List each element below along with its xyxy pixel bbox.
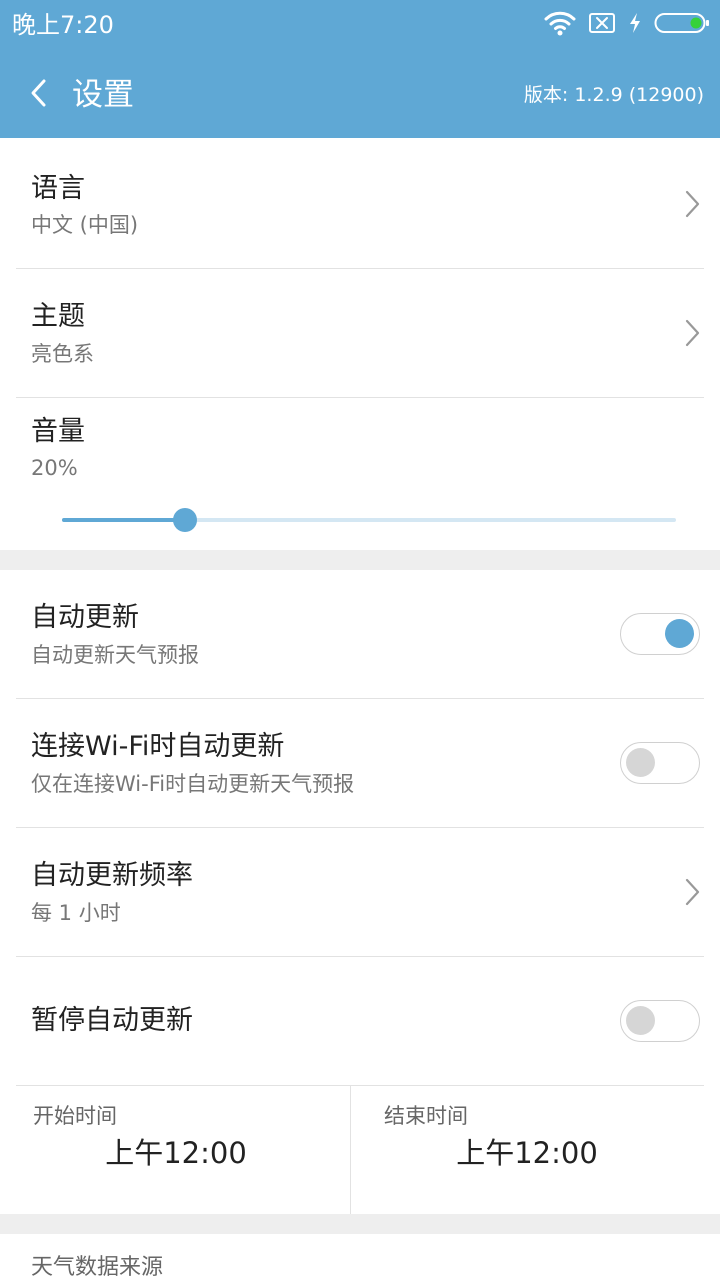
auto-update-subtitle: 自动更新天气预报 [31, 643, 199, 667]
auto-update-title: 自动更新 [31, 602, 139, 633]
pause-update-toggle[interactable] [620, 1000, 700, 1042]
back-button[interactable] [18, 73, 58, 117]
wifi-update-toggle[interactable] [620, 742, 700, 784]
wifi-update-setting[interactable]: 连接Wi-Fi时自动更新 仅在连接Wi-Fi时自动更新天气预报 [0, 699, 720, 827]
start-time-label: 开始时间 [33, 1104, 117, 1128]
chevron-left-icon [29, 78, 47, 112]
theme-value: 亮色系 [31, 342, 94, 366]
start-time-value: 上午12:00 [105, 1136, 247, 1170]
chevron-right-icon [682, 317, 702, 349]
weather-source-header: 天气数据来源 [31, 1255, 164, 1280]
theme-setting[interactable]: 主题 亮色系 [0, 269, 720, 397]
chevron-right-icon [682, 876, 702, 908]
version-label: 版本: 1.2.9 (12900) [523, 84, 704, 106]
section-gap [0, 1214, 720, 1234]
volume-value: 20% [31, 456, 78, 480]
page-title: 设置 [72, 77, 134, 113]
toggle-knob [626, 1006, 655, 1035]
language-value: 中文 (中国) [31, 213, 139, 237]
end-time-label: 结束时间 [384, 1104, 468, 1128]
no-sim-icon [588, 12, 616, 38]
pause-update-title: 暂停自动更新 [31, 1005, 193, 1036]
slider-fill [62, 518, 185, 522]
app-header: 晚上7:20 设置 版本: 1.2.9 (12900) [0, 0, 720, 138]
auto-update-setting[interactable]: 自动更新 自动更新天气预报 [0, 570, 720, 698]
pause-end-time[interactable]: 结束时间 上午12:00 [351, 1086, 703, 1214]
battery-icon [654, 12, 710, 38]
charging-icon [628, 12, 642, 38]
update-frequency-setting[interactable]: 自动更新频率 每 1 小时 [0, 828, 720, 956]
volume-title: 音量 [31, 416, 85, 447]
language-setting[interactable]: 语言 中文 (中国) [0, 138, 720, 268]
auto-update-toggle[interactable] [620, 613, 700, 655]
wifi-update-subtitle: 仅在连接Wi-Fi时自动更新天气预报 [31, 772, 355, 796]
status-bar: 晚上7:20 [0, 0, 720, 52]
language-title: 语言 [31, 173, 85, 204]
volume-slider[interactable] [62, 507, 676, 533]
wifi-icon [544, 10, 576, 40]
update-frequency-title: 自动更新频率 [31, 860, 193, 891]
theme-title: 主题 [31, 301, 85, 332]
toggle-knob [626, 748, 655, 777]
section-gap [0, 550, 720, 570]
toolbar: 设置 版本: 1.2.9 (12900) [0, 52, 720, 138]
pause-start-time[interactable]: 开始时间 上午12:00 [0, 1086, 352, 1214]
pause-update-setting[interactable]: 暂停自动更新 [0, 957, 720, 1085]
chevron-right-icon [682, 188, 702, 220]
slider-thumb[interactable] [172, 508, 197, 532]
wifi-update-title: 连接Wi-Fi时自动更新 [31, 731, 285, 762]
status-time: 晚上7:20 [12, 11, 114, 39]
toggle-knob [665, 619, 694, 648]
end-time-value: 上午12:00 [456, 1136, 598, 1170]
update-frequency-value: 每 1 小时 [31, 901, 121, 925]
status-icons [544, 10, 710, 40]
